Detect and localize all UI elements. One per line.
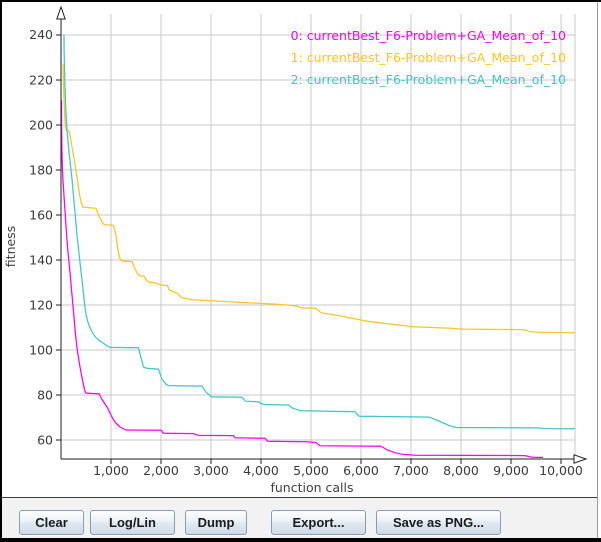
x-tick-label: 1,000 xyxy=(93,463,129,478)
x-tick-label: 2,000 xyxy=(143,463,179,478)
x-axis-arrow-icon xyxy=(574,455,586,463)
y-tick-label: 140 xyxy=(29,252,53,267)
x-tick-label: 5,000 xyxy=(293,463,329,478)
button-bar: Clear Log/Lin Dump Export... Save as PNG… xyxy=(2,498,597,538)
x-tick-label: 3,000 xyxy=(193,463,229,478)
legend-entry-2: 2: currentBest_F6-Problem+GA_Mean_of_10 xyxy=(291,72,566,87)
x-tick-label: 7,000 xyxy=(393,463,429,478)
window-frame-bottom xyxy=(0,538,601,542)
x-tick-label: 6,000 xyxy=(343,463,379,478)
x-axis-title: function calls xyxy=(270,480,353,495)
window-frame-top xyxy=(0,0,601,2)
window-frame-right xyxy=(597,2,598,538)
y-tick-label: 80 xyxy=(37,387,53,402)
window-frame-left xyxy=(0,0,2,542)
y-tick-label: 100 xyxy=(29,342,53,357)
plot-window: 60 80 100 120 140 160 180 200 220 240 1,000 2,000 3,… xyxy=(0,0,601,542)
save-as-png-button[interactable]: Save as PNG... xyxy=(376,510,501,535)
y-tick-label: 200 xyxy=(29,117,53,132)
legend-entry-1: 1: currentBest_F6-Problem+GA_Mean_of_10 xyxy=(291,50,566,65)
x-tick-label: 10,000 xyxy=(539,463,583,478)
y-tick-label: 120 xyxy=(29,297,53,312)
x-tick-label: 9,000 xyxy=(493,463,529,478)
y-tick-label: 240 xyxy=(29,27,53,42)
series-1-line xyxy=(63,64,575,333)
clear-button[interactable]: Clear xyxy=(19,510,84,535)
series-0-line xyxy=(62,100,544,457)
series-2-line xyxy=(64,35,575,429)
y-axis-title: fitness xyxy=(3,226,18,267)
x-tick-label: 4,000 xyxy=(243,463,279,478)
legend-entry-0: 0: currentBest_F6-Problem+GA_Mean_of_10 xyxy=(291,28,566,43)
chart-panel: 60 80 100 120 140 160 180 200 220 240 1,000 2,000 3,… xyxy=(2,2,597,497)
dump-button[interactable]: Dump xyxy=(185,510,247,535)
y-tick-label: 220 xyxy=(29,72,53,87)
y-tick-label: 180 xyxy=(29,162,53,177)
y-tick-label: 160 xyxy=(29,207,53,222)
fitness-chart: 60 80 100 120 140 160 180 200 220 240 1,000 2,000 3,… xyxy=(2,2,597,497)
y-axis-arrow-icon xyxy=(57,7,65,19)
log-lin-button[interactable]: Log/Lin xyxy=(90,510,175,535)
x-tick-label: 8,000 xyxy=(443,463,479,478)
export-button[interactable]: Export... xyxy=(271,510,366,535)
y-tick-label: 60 xyxy=(37,432,53,447)
